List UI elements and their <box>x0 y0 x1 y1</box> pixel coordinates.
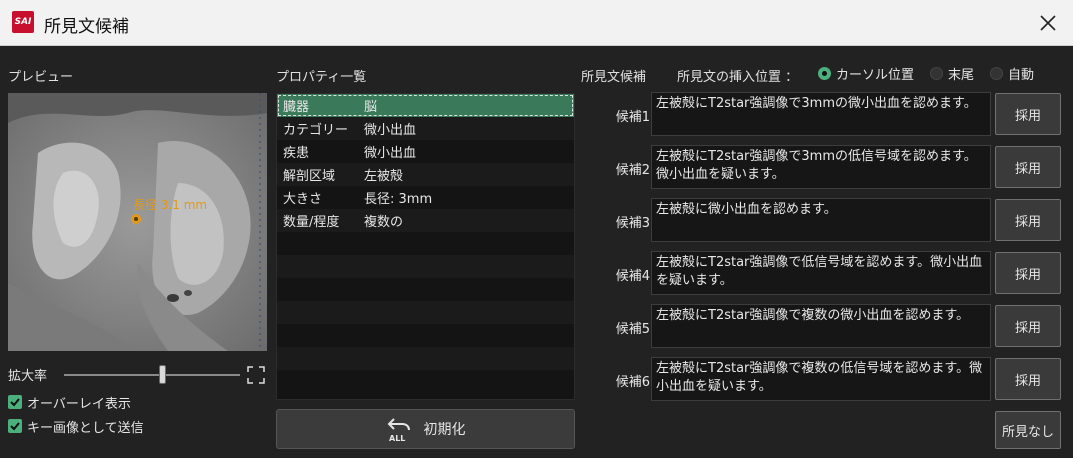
property-key: 数量/程度 <box>283 215 340 230</box>
title-bar: SAI 所見文候補 <box>0 0 1073 46</box>
candidate-label: 候補2 <box>615 163 650 178</box>
radio-label: 自動 <box>1008 68 1035 83</box>
property-value: 長径: 3mm <box>364 192 433 207</box>
insert-position-group: カーソル位置 末尾 自動 <box>818 64 1044 83</box>
app-logo: SAI <box>12 11 34 33</box>
radio-label: 末尾 <box>948 68 975 83</box>
property-row[interactable]: 疾患 微小出血 <box>277 140 574 163</box>
property-row[interactable]: 解剖区域 左被殻 <box>277 163 574 186</box>
property-key: 解剖区域 <box>283 169 336 184</box>
adopt-button[interactable]: 採用 <box>995 358 1061 400</box>
adopt-button[interactable]: 採用 <box>995 305 1061 347</box>
overlay-checkbox[interactable]: オーバーレイ表示 <box>8 393 131 412</box>
preview-image: 長径 3.1 mm <box>8 93 267 351</box>
property-value: 左被殻 <box>364 169 404 184</box>
undo-all-icon: ALL <box>386 415 414 443</box>
checkbox-checked-icon <box>8 395 22 409</box>
property-row-empty <box>277 324 574 347</box>
candidate-label: 候補1 <box>615 110 650 125</box>
candidate-label: 候補5 <box>615 322 650 337</box>
measure-label: 長径 3.1 mm <box>133 198 207 212</box>
property-key: 大きさ <box>283 192 323 207</box>
fit-to-window-icon[interactable] <box>246 365 266 385</box>
property-row[interactable]: 大きさ 長径: 3mm <box>277 186 574 209</box>
property-row-empty <box>277 370 574 393</box>
properties-label: プロパティ一覧 <box>276 70 367 85</box>
candidate-label: 候補3 <box>615 216 650 231</box>
radio-unselected-icon <box>990 67 1004 80</box>
radio-cursor-position[interactable]: カーソル位置 <box>818 64 914 83</box>
radio-auto[interactable]: 自動 <box>990 64 1034 83</box>
send-key-image-checkbox[interactable]: キー画像として送信 <box>8 417 144 436</box>
zoom-label: 拡大率 <box>8 369 48 384</box>
property-row[interactable]: 臓器 脳 <box>277 94 574 117</box>
candidate-label: 候補6 <box>615 375 650 390</box>
close-button[interactable] <box>1033 8 1063 38</box>
candidates-label: 所見文候補 <box>581 70 647 85</box>
candidate-text[interactable]: 左被殻にT2star強調像で低信号域を認めます。微小出血を疑います。 <box>651 251 991 295</box>
close-icon <box>1040 15 1056 31</box>
insert-position-label: 所見文の挿入位置 ： <box>677 70 799 85</box>
zoom-slider[interactable] <box>64 374 240 376</box>
adopt-button[interactable]: 採用 <box>995 93 1061 135</box>
radio-label: カーソル位置 <box>836 68 915 83</box>
property-row-empty <box>277 232 574 255</box>
property-row[interactable]: カテゴリー 微小出血 <box>277 117 574 140</box>
property-value: 微小出血 <box>364 123 417 138</box>
reset-icon-text: ALL <box>389 434 405 443</box>
window-title: 所見文候補 <box>44 17 129 37</box>
zoom-row: 拡大率 <box>8 363 267 385</box>
radio-selected-icon <box>818 67 831 80</box>
reset-label: 初期化 <box>423 422 466 438</box>
candidate-text[interactable]: 左被殻にT2star強調像で複数の低信号域を認めます。微小出血を疑います。 <box>651 357 991 401</box>
dialog-body: プレビュー 長径 3.1 mm 拡大率 オーバーレイ表示 キー画像として送信 プ… <box>0 46 1073 458</box>
send-key-image-label: キー画像として送信 <box>27 420 144 436</box>
overlay-label: オーバーレイ表示 <box>27 396 131 412</box>
checkbox-checked-icon <box>8 419 22 433</box>
adopt-button[interactable]: 採用 <box>995 199 1061 241</box>
property-row-empty <box>277 255 574 278</box>
radio-end[interactable]: 末尾 <box>930 64 974 83</box>
property-list[interactable]: 臓器 脳 カテゴリー 微小出血 疾患 微小出血 解剖区域 左被殻 大きさ 長径:… <box>276 93 575 400</box>
property-key: 疾患 <box>283 146 310 161</box>
preview-label: プレビュー <box>8 70 74 85</box>
property-key: 臓器 <box>283 100 310 115</box>
candidate-text[interactable]: 左被殻にT2star強調像で3mmの微小出血を認めます。 <box>651 92 991 136</box>
property-value: 複数の <box>364 215 404 230</box>
reset-button[interactable]: ALL 初期化 <box>276 409 575 449</box>
candidate-text[interactable]: 左被殻にT2star強調像で3mmの低信号域を認めます。微小出血を疑います。 <box>651 145 991 189</box>
property-row-empty <box>277 301 574 324</box>
adopt-button[interactable]: 採用 <box>995 146 1061 188</box>
candidate-text[interactable]: 左被殻に微小出血を認めます。 <box>651 198 991 242</box>
property-row[interactable]: 数量/程度 複数の <box>277 209 574 232</box>
property-row-empty <box>277 278 574 301</box>
radio-unselected-icon <box>930 67 944 80</box>
candidate-label: 候補4 <box>615 269 650 284</box>
adopt-button[interactable]: 採用 <box>995 252 1061 294</box>
property-row-empty <box>277 347 574 370</box>
no-finding-button[interactable]: 所見なし <box>995 411 1061 449</box>
property-value: 脳 <box>364 100 378 115</box>
zoom-slider-thumb[interactable] <box>158 365 166 384</box>
property-key: カテゴリー <box>283 123 349 138</box>
mri-slice: 長径 3.1 mm <box>8 93 267 351</box>
candidate-text[interactable]: 左被殻にT2star強調像で複数の微小出血を認めます。 <box>651 304 991 348</box>
property-value: 微小出血 <box>364 146 417 161</box>
